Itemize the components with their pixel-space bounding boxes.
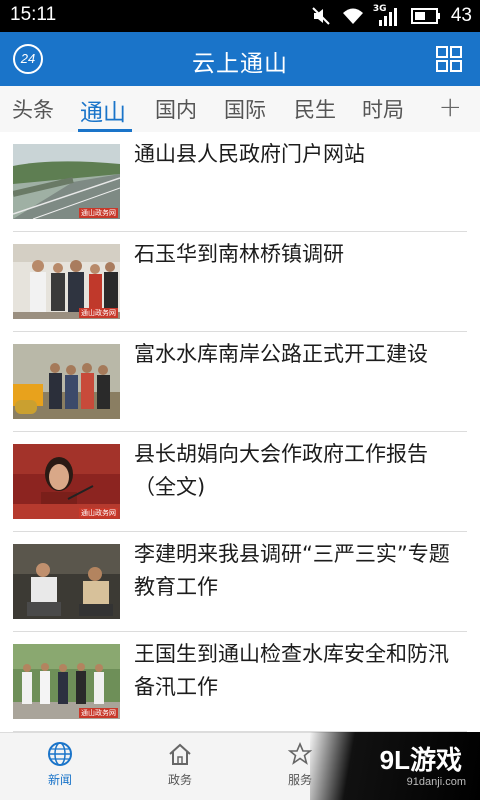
nav-news[interactable]: 新闻 bbox=[20, 741, 100, 788]
news-title: 富水水库南岸公路正式开工建设 bbox=[134, 342, 428, 366]
news-item[interactable]: 李建明来我县调研“三严三实”专题教育工作 bbox=[0, 532, 480, 632]
news-title: 王国生到通山检查水库安全和防汛备汛工作 bbox=[134, 642, 449, 699]
news-thumbnail: 通山政务网 bbox=[13, 644, 120, 719]
news-title: 县长胡娟向大会作政府工作报告（全文) bbox=[134, 442, 428, 499]
news-thumbnail bbox=[13, 344, 120, 419]
house-icon bbox=[169, 743, 191, 765]
wifi-icon bbox=[342, 8, 363, 24]
signal-icon bbox=[378, 8, 397, 26]
battery-icon bbox=[410, 8, 440, 24]
bottom-nav: 新闻 政务 服务 9L游戏 91danji.com bbox=[0, 732, 480, 800]
app-header: 24 云上通山 bbox=[0, 32, 480, 86]
app-title: 云上通山 bbox=[192, 51, 288, 77]
signal-indicator: 3G bbox=[373, 4, 401, 26]
globe-icon bbox=[48, 742, 72, 766]
news-thumbnail: 通山政务网 bbox=[13, 144, 120, 219]
thumbnail-tag: 通山政务网 bbox=[79, 208, 118, 218]
tab-shiju[interactable]: 时局 bbox=[362, 94, 404, 124]
news-item[interactable]: 富水水库南岸公路正式开工建设 bbox=[0, 332, 480, 432]
status-icons: 3G 43 bbox=[311, 4, 472, 27]
tab-bar: 头条 通山 国内 国际 民生 时局 + bbox=[0, 86, 480, 132]
tab-guonei[interactable]: 国内 bbox=[155, 94, 197, 124]
add-tab-button[interactable]: + bbox=[439, 90, 462, 123]
news-item[interactable]: 通山政务网 县长胡娟向大会作政府工作报告（全文) bbox=[0, 432, 480, 532]
news-thumbnail bbox=[13, 544, 120, 619]
tab-guoji[interactable]: 国际 bbox=[224, 94, 266, 124]
thumbnail-tag: 通山政务网 bbox=[79, 508, 118, 518]
tab-minsheng[interactable]: 民生 bbox=[294, 94, 336, 124]
news-item[interactable]: 通山政务网 通山县人民政府门户网站 bbox=[0, 132, 480, 232]
news-item[interactable]: 通山政务网 王国生到通山检查水库安全和防汛备汛工作 bbox=[0, 632, 480, 732]
site-watermark: 9L游戏 91danji.com bbox=[310, 732, 480, 800]
nav-government-label: 政务 bbox=[167, 773, 192, 787]
status-bar: 15:11 3G 43 bbox=[0, 0, 480, 32]
news-thumbnail: 通山政务网 bbox=[13, 244, 120, 319]
news-item[interactable]: 通山政务网 石玉华到南林桥镇调研 bbox=[0, 232, 480, 332]
news-title: 通山县人民政府门户网站 bbox=[134, 142, 365, 166]
watermark-url: 91danji.com bbox=[406, 776, 466, 788]
grid-menu-icon[interactable] bbox=[436, 46, 462, 72]
news-thumbnail: 通山政务网 bbox=[13, 444, 120, 519]
nav-news-label: 新闻 bbox=[47, 773, 72, 787]
tab-tongshan[interactable]: 通山 bbox=[80, 93, 126, 127]
news-title: 李建明来我县调研“三严三实”专题教育工作 bbox=[134, 542, 450, 599]
thumbnail-tag: 通山政务网 bbox=[79, 308, 118, 318]
battery-level: 43 bbox=[450, 5, 472, 26]
status-time: 15:11 bbox=[10, 4, 57, 25]
mute-icon bbox=[312, 7, 330, 25]
watermark-logo: 9L游戏 bbox=[379, 745, 462, 775]
news-title: 石玉华到南林桥镇调研 bbox=[134, 242, 344, 266]
nav-government[interactable]: 政务 bbox=[140, 741, 220, 788]
thumbnail-tag: 通山政务网 bbox=[79, 708, 118, 718]
tab-toutiao[interactable]: 头条 bbox=[12, 94, 54, 124]
